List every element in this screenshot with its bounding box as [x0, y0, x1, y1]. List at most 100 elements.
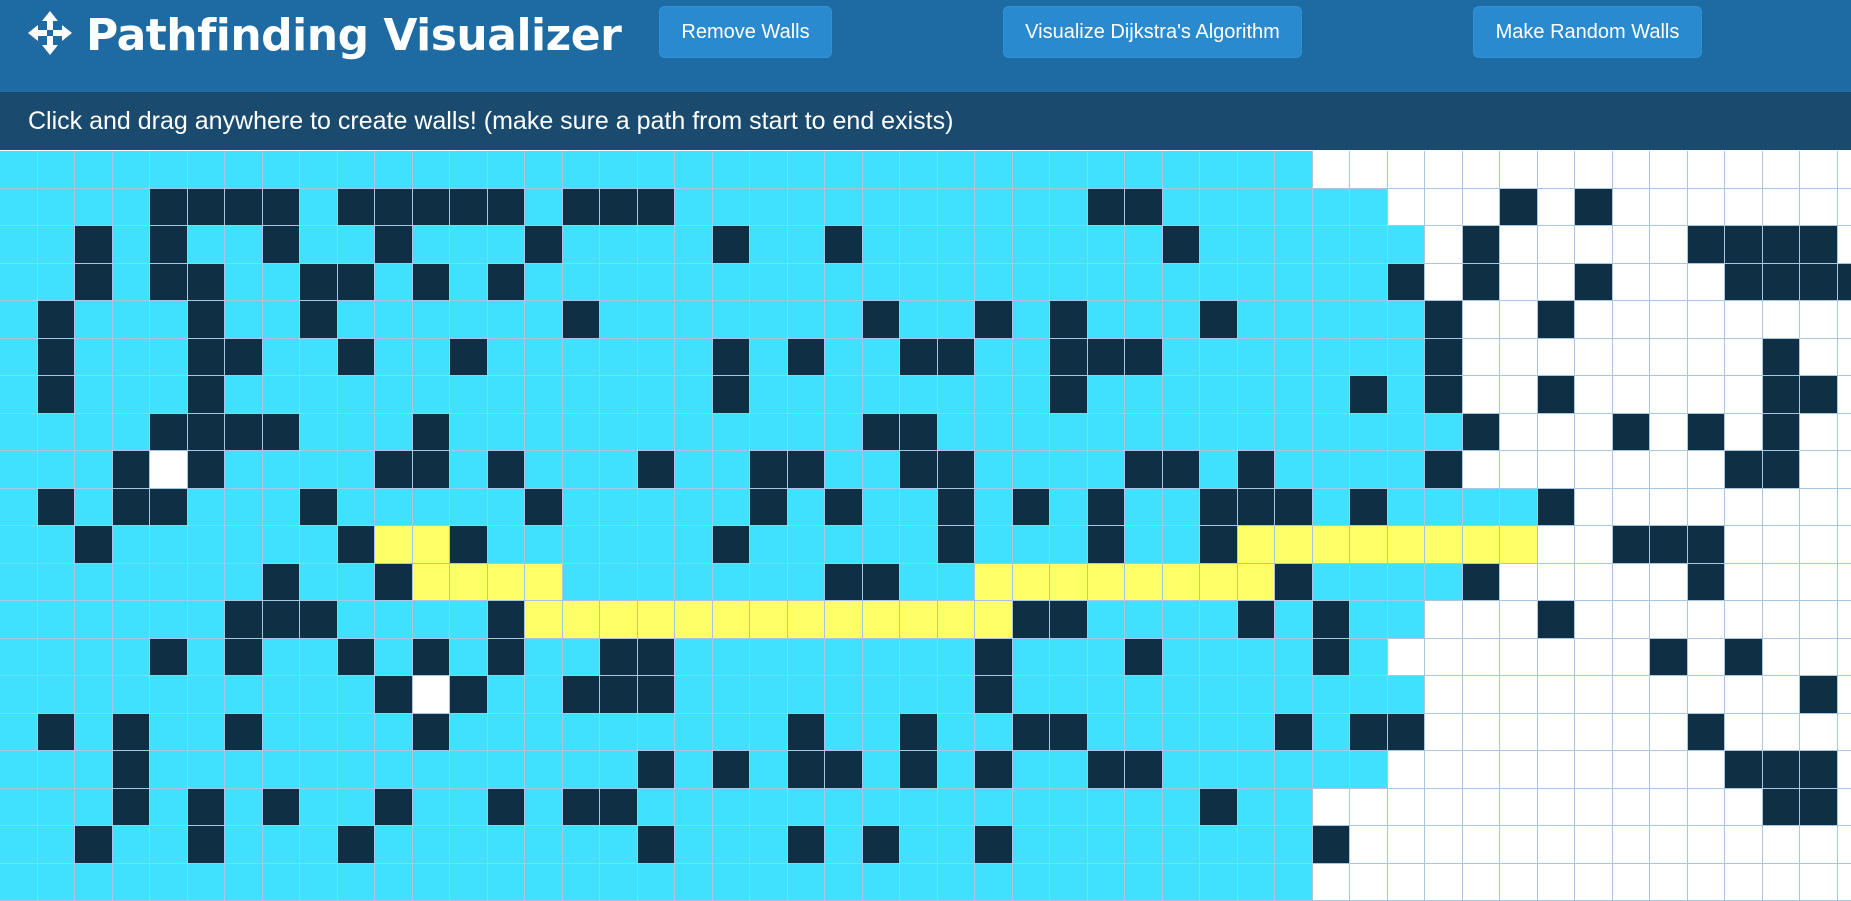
empty-cell[interactable] — [1575, 864, 1613, 901]
empty-cell[interactable] — [1500, 864, 1538, 901]
wall-cell[interactable] — [788, 339, 825, 376]
visited-cell[interactable] — [1425, 489, 1463, 526]
empty-cell[interactable] — [1650, 714, 1688, 751]
path-cell[interactable] — [375, 526, 413, 564]
visited-cell[interactable] — [1350, 301, 1388, 339]
visited-cell[interactable] — [638, 264, 675, 301]
empty-cell[interactable] — [1500, 676, 1538, 714]
wall-cell[interactable] — [1763, 376, 1800, 414]
visited-cell[interactable] — [0, 489, 38, 526]
visited-cell[interactable] — [938, 414, 975, 451]
empty-cell[interactable] — [1800, 526, 1838, 564]
visited-cell[interactable] — [825, 826, 863, 864]
visited-cell[interactable] — [113, 639, 150, 676]
visited-cell[interactable] — [1050, 489, 1088, 526]
visited-cell[interactable] — [1125, 489, 1163, 526]
visited-cell[interactable] — [750, 639, 788, 676]
visited-cell[interactable] — [225, 489, 263, 526]
wall-cell[interactable] — [975, 676, 1013, 714]
path-cell[interactable] — [1275, 526, 1313, 564]
visited-cell[interactable] — [113, 151, 150, 189]
visited-cell[interactable] — [0, 789, 38, 826]
visited-cell[interactable] — [525, 151, 563, 189]
empty-cell[interactable] — [1313, 789, 1350, 826]
visited-cell[interactable] — [1013, 526, 1050, 564]
visited-cell[interactable] — [225, 826, 263, 864]
wall-cell[interactable] — [1275, 564, 1313, 601]
visited-cell[interactable] — [413, 489, 450, 526]
visited-cell[interactable] — [1388, 339, 1425, 376]
wall-cell[interactable] — [113, 789, 150, 826]
visited-cell[interactable] — [938, 751, 975, 789]
empty-cell[interactable] — [1725, 189, 1763, 226]
visited-cell[interactable] — [488, 301, 525, 339]
empty-cell[interactable] — [1763, 639, 1800, 676]
empty-cell[interactable] — [1838, 526, 1851, 564]
wall-cell[interactable] — [563, 189, 600, 226]
wall-cell[interactable] — [1463, 414, 1500, 451]
visited-cell[interactable] — [225, 751, 263, 789]
empty-cell[interactable] — [1838, 414, 1851, 451]
empty-cell[interactable] — [1575, 676, 1613, 714]
visited-cell[interactable] — [600, 564, 638, 601]
visited-cell[interactable] — [113, 301, 150, 339]
visited-cell[interactable] — [563, 151, 600, 189]
empty-cell[interactable] — [1500, 301, 1538, 339]
visited-cell[interactable] — [300, 376, 338, 414]
wall-cell[interactable] — [525, 226, 563, 264]
visited-cell[interactable] — [1163, 489, 1200, 526]
visited-cell[interactable] — [1088, 826, 1125, 864]
visited-cell[interactable] — [375, 339, 413, 376]
visited-cell[interactable] — [1163, 751, 1200, 789]
empty-cell[interactable] — [1725, 564, 1763, 601]
visited-cell[interactable] — [638, 789, 675, 826]
visited-cell[interactable] — [0, 189, 38, 226]
visited-cell[interactable] — [263, 526, 300, 564]
visited-cell[interactable] — [825, 376, 863, 414]
wall-cell[interactable] — [300, 601, 338, 639]
visited-cell[interactable] — [788, 189, 825, 226]
visited-cell[interactable] — [150, 601, 188, 639]
visited-cell[interactable] — [1050, 189, 1088, 226]
visited-cell[interactable] — [1200, 451, 1238, 489]
empty-cell[interactable] — [1725, 151, 1763, 189]
empty-cell[interactable] — [1650, 339, 1688, 376]
empty-cell[interactable] — [1463, 151, 1500, 189]
empty-cell[interactable] — [1763, 564, 1800, 601]
visited-cell[interactable] — [1200, 751, 1238, 789]
visited-cell[interactable] — [150, 789, 188, 826]
visited-cell[interactable] — [488, 864, 525, 901]
visited-cell[interactable] — [188, 864, 225, 901]
visited-cell[interactable] — [1200, 189, 1238, 226]
empty-cell[interactable] — [1838, 789, 1851, 826]
visited-cell[interactable] — [300, 526, 338, 564]
visited-cell[interactable] — [900, 789, 938, 826]
empty-cell[interactable] — [1500, 376, 1538, 414]
path-cell[interactable] — [900, 601, 938, 639]
visited-cell[interactable] — [300, 226, 338, 264]
visited-cell[interactable] — [150, 339, 188, 376]
empty-cell[interactable] — [1575, 414, 1613, 451]
wall-cell[interactable] — [600, 789, 638, 826]
wall-cell[interactable] — [375, 676, 413, 714]
wall-cell[interactable] — [1125, 451, 1163, 489]
empty-cell[interactable] — [1463, 339, 1500, 376]
visited-cell[interactable] — [563, 489, 600, 526]
visited-cell[interactable] — [1125, 789, 1163, 826]
visited-cell[interactable] — [788, 301, 825, 339]
visited-cell[interactable] — [788, 226, 825, 264]
visited-cell[interactable] — [675, 226, 713, 264]
wall-cell[interactable] — [450, 189, 488, 226]
visited-cell[interactable] — [938, 376, 975, 414]
visited-cell[interactable] — [975, 526, 1013, 564]
wall-cell[interactable] — [1088, 339, 1125, 376]
visited-cell[interactable] — [113, 376, 150, 414]
empty-cell[interactable] — [1800, 151, 1838, 189]
empty-cell[interactable] — [1763, 301, 1800, 339]
visited-cell[interactable] — [1388, 414, 1425, 451]
visited-cell[interactable] — [1313, 414, 1350, 451]
empty-cell[interactable] — [1725, 489, 1763, 526]
wall-cell[interactable] — [1688, 714, 1725, 751]
wall-cell[interactable] — [263, 189, 300, 226]
empty-cell[interactable] — [1388, 639, 1425, 676]
